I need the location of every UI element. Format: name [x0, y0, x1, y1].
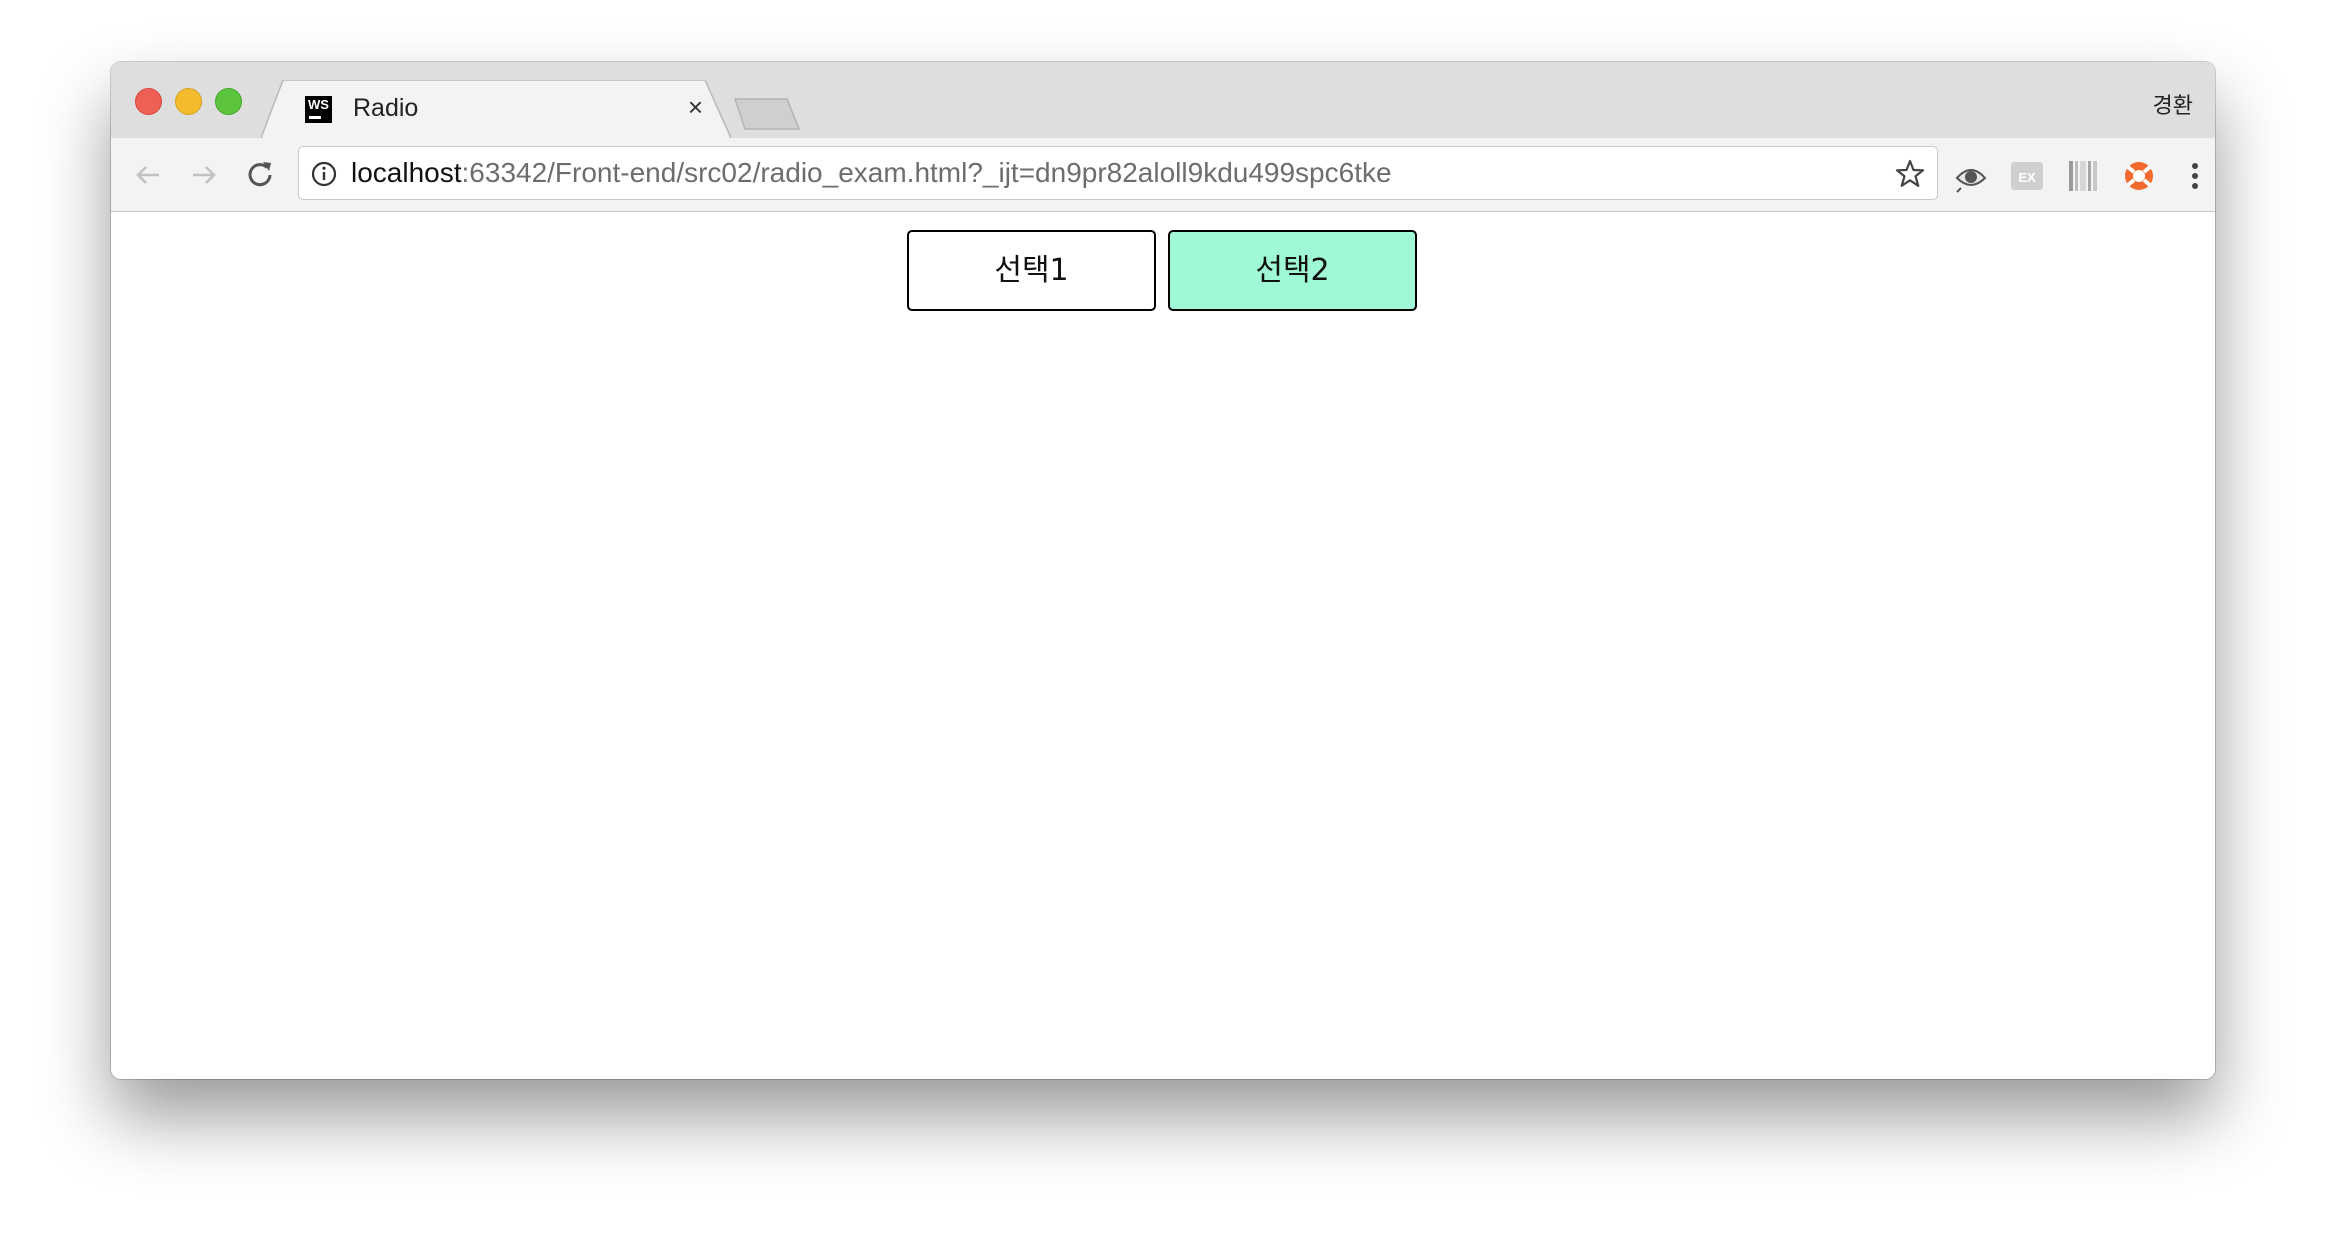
barcode-extension-icon[interactable]: [2065, 158, 2101, 194]
close-window-button[interactable]: [135, 88, 162, 115]
new-tab-button[interactable]: [733, 97, 801, 131]
webstorm-favicon-icon: WS: [305, 96, 332, 123]
browser-window: WS Radio × 경환 localhost:63342/Front-end/…: [111, 62, 2215, 1079]
forward-arrow-icon[interactable]: [187, 158, 221, 192]
maximize-window-button[interactable]: [215, 88, 242, 115]
title-bar: WS Radio × 경환: [111, 62, 2215, 138]
address-bar[interactable]: localhost:63342/Front-end/src02/radio_ex…: [298, 146, 1938, 200]
reload-icon[interactable]: [243, 158, 277, 192]
radio-option-2[interactable]: 선택2: [1168, 230, 1417, 311]
svg-text:EX: EX: [2018, 170, 2036, 185]
radio-option-1[interactable]: 선택1: [907, 230, 1156, 311]
star-icon[interactable]: [1893, 157, 1927, 191]
tab-radio[interactable]: WS Radio ×: [261, 80, 731, 138]
eye-extension-icon[interactable]: [1953, 158, 1989, 194]
toolbar: localhost:63342/Front-end/src02/radio_ex…: [111, 138, 2215, 212]
url-text[interactable]: localhost:63342/Front-end/src02/radio_ex…: [351, 157, 1392, 189]
back-arrow-icon[interactable]: [131, 158, 165, 192]
tab-title: Radio: [353, 94, 419, 122]
lifebuoy-extension-icon[interactable]: [2121, 158, 2157, 194]
minimize-window-button[interactable]: [175, 88, 202, 115]
profile-name[interactable]: 경환: [2153, 88, 2193, 120]
tab-close-button[interactable]: ×: [688, 92, 703, 123]
menu-dots-icon[interactable]: [2177, 158, 2213, 194]
ex-extension-icon[interactable]: EX: [2009, 158, 2045, 194]
page-content: 선택1 선택2: [111, 212, 2215, 1079]
info-icon[interactable]: [309, 159, 339, 189]
